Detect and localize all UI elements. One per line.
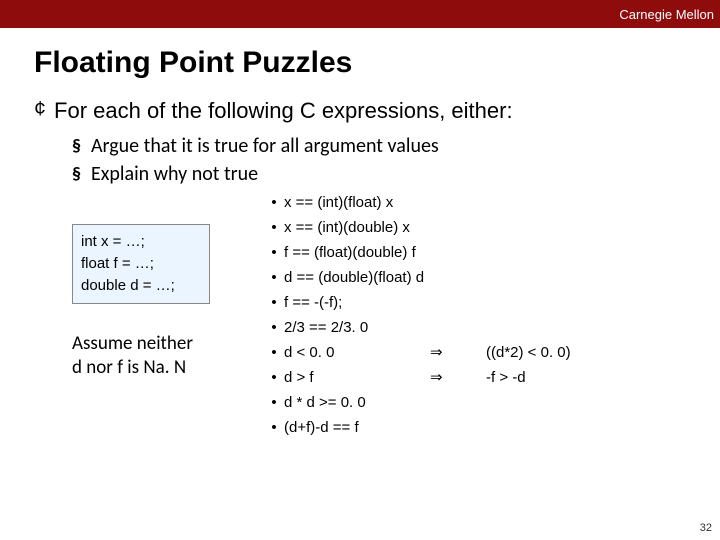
dot-icon: • xyxy=(264,390,284,415)
dot-icon: • xyxy=(264,415,284,440)
code-line-2: float f = …; xyxy=(81,253,199,275)
sub-text-1: Argue that it is true for all argument v… xyxy=(91,134,439,158)
expr: d < 0. 0 xyxy=(284,340,430,365)
bullet-icon: ¢ xyxy=(34,98,46,124)
slide: Carnegie Mellon Floating Point Puzzles ¢… xyxy=(0,0,720,540)
code-line-1: int x = …; xyxy=(81,231,199,253)
expr: d == (double)(float) d xyxy=(284,265,430,290)
list-item: • f == (float)(double) f xyxy=(264,240,686,265)
dot-icon: • xyxy=(264,265,284,290)
expr: f == (float)(double) f xyxy=(284,240,430,265)
header-bar: Carnegie Mellon xyxy=(0,0,720,28)
list-item: • d < 0. 0 ⇒ ((d*2) < 0. 0) xyxy=(264,340,686,365)
code-line-3: double d = …; xyxy=(81,275,199,297)
expr: x == (int)(float) x xyxy=(284,190,430,215)
implies-icon: ⇒ xyxy=(430,365,486,390)
sub-text-2: Explain why not true xyxy=(91,162,258,186)
institution-label: Carnegie Mellon xyxy=(619,7,714,22)
dot-icon: • xyxy=(264,365,284,390)
list-item: • d == (double)(float) d xyxy=(264,265,686,290)
lower-columns: int x = …; float f = …; double d = …; As… xyxy=(34,190,686,440)
code-box: int x = …; float f = …; double d = …; xyxy=(72,224,210,304)
list-item: • d * d >= 0. 0 xyxy=(264,390,686,415)
expr: (d+f)-d == f xyxy=(284,415,430,440)
slide-title: Floating Point Puzzles xyxy=(34,46,720,80)
expr: f == -(-f); xyxy=(284,290,430,315)
left-column: int x = …; float f = …; double d = …; As… xyxy=(34,190,264,440)
square-bullet-icon: § xyxy=(72,134,81,158)
content-area: ¢ For each of the following C expression… xyxy=(0,98,720,440)
dot-icon: • xyxy=(264,290,284,315)
list-item: • x == (int)(float) x xyxy=(264,190,686,215)
dot-icon: • xyxy=(264,340,284,365)
dot-icon: • xyxy=(264,190,284,215)
assumption-text: Assume neither d nor f is Na. N xyxy=(72,332,264,380)
expression-list: • x == (int)(float) x • x == (int)(doubl… xyxy=(264,190,686,440)
rhs: -f > -d xyxy=(486,365,526,390)
list-item: • x == (int)(double) x xyxy=(264,215,686,240)
list-item: • 2/3 == 2/3. 0 xyxy=(264,315,686,340)
lead-text: For each of the following C expressions,… xyxy=(54,98,513,124)
list-item: • (d+f)-d == f xyxy=(264,415,686,440)
expr: 2/3 == 2/3. 0 xyxy=(284,315,430,340)
lead-bullet: ¢ For each of the following C expression… xyxy=(34,98,686,124)
square-bullet-icon: § xyxy=(72,162,81,186)
expr: d * d >= 0. 0 xyxy=(284,390,430,415)
page-number: 32 xyxy=(700,522,712,534)
rhs: ((d*2) < 0. 0) xyxy=(486,340,571,365)
expr: d > f xyxy=(284,365,430,390)
sub-bullet-1: § Argue that it is true for all argument… xyxy=(72,134,686,158)
dot-icon: • xyxy=(264,315,284,340)
dot-icon: • xyxy=(264,240,284,265)
list-item: • d > f ⇒ -f > -d xyxy=(264,365,686,390)
sub-bullet-2: § Explain why not true xyxy=(72,162,686,186)
expr: x == (int)(double) x xyxy=(284,215,430,240)
implies-icon: ⇒ xyxy=(430,340,486,365)
list-item: • f == -(-f); xyxy=(264,290,686,315)
dot-icon: • xyxy=(264,215,284,240)
